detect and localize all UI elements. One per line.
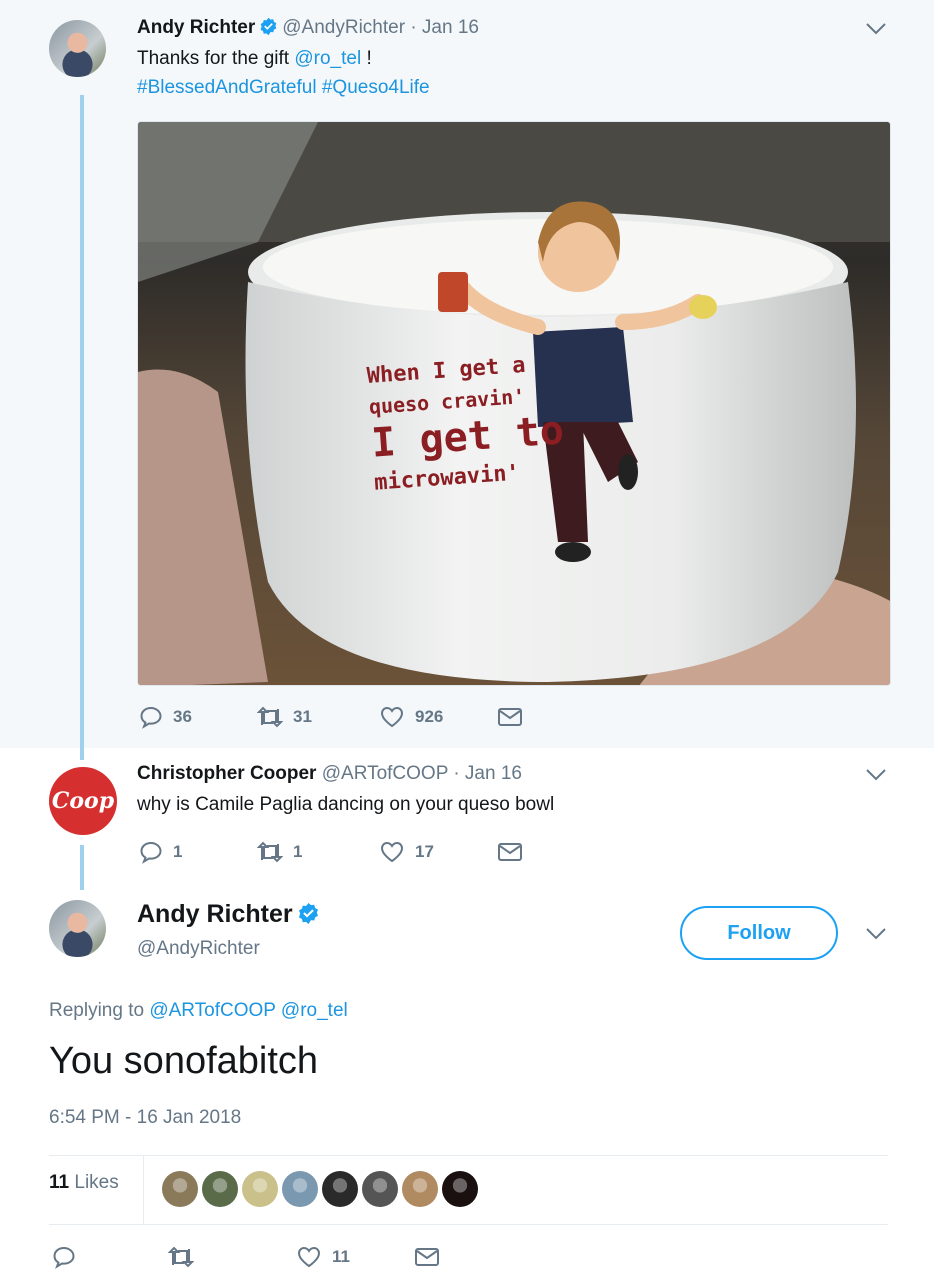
reply-count: 1 — [173, 842, 183, 861]
tweet-text-part: Thanks for the gift — [137, 48, 295, 69]
avatar[interactable] — [49, 20, 106, 77]
tweet-actions: 11 — [52, 1245, 440, 1269]
retweet-button[interactable] — [168, 1245, 296, 1269]
direct-message-button[interactable] — [497, 706, 523, 728]
tweet-text: Thanks for the gift @ro_tel ! #BlessedAn… — [137, 44, 430, 102]
retweet-count: 1 — [293, 842, 303, 861]
display-name[interactable]: Andy Richter — [137, 17, 255, 38]
tweet-date[interactable]: · Jan 16 — [453, 763, 522, 784]
heart-icon — [380, 841, 404, 863]
retweet-button[interactable]: 31 — [257, 705, 379, 729]
reply-button[interactable] — [52, 1245, 168, 1269]
retweet-icon — [257, 841, 283, 863]
thread-line — [80, 845, 84, 890]
like-count: 926 — [415, 707, 444, 726]
reply-button[interactable]: 36 — [139, 705, 257, 729]
mention-link[interactable]: @ro_tel — [281, 1000, 348, 1021]
like-count: 17 — [415, 842, 434, 861]
avatar[interactable] — [49, 900, 106, 957]
user-handle[interactable]: @ARTofCOOP — [322, 763, 448, 784]
hashtag-link[interactable]: #BlessedAndGrateful — [137, 77, 317, 98]
divider — [143, 1156, 144, 1224]
likes-count-link[interactable]: 11 Likes — [49, 1172, 119, 1194]
replying-to: Replying to @ARTofCOOP @ro_tel — [49, 1000, 348, 1022]
like-count: 11 — [332, 1247, 350, 1266]
verified-badge-icon — [259, 17, 278, 42]
liker-avatar[interactable] — [442, 1171, 478, 1207]
display-name-text: Andy Richter — [137, 900, 293, 928]
thread-line — [80, 95, 84, 760]
tweet-text: why is Camile Paglia dancing on your que… — [137, 794, 555, 815]
tweet-header: Christopher Cooper @ARTofCOOP · Jan 16 — [137, 763, 522, 785]
verified-badge-icon — [297, 902, 320, 932]
reply-count: 36 — [173, 707, 192, 726]
bowl-text: When I get a queso cravin' I get to micr… — [366, 351, 567, 496]
tweet-header: Andy Richter @AndyRichter · Jan 16 — [137, 17, 479, 42]
user-handle[interactable]: @AndyRichter — [282, 17, 405, 38]
retweet-count: 31 — [293, 707, 312, 726]
mention-link[interactable]: @ARTofCOOP — [149, 1000, 275, 1021]
tweet-actions: 36 31 926 — [139, 705, 523, 729]
direct-message-button[interactable] — [414, 1246, 440, 1268]
chevron-down-icon[interactable] — [865, 22, 887, 36]
like-button[interactable]: 17 — [379, 840, 497, 864]
direct-message-button[interactable] — [497, 841, 523, 863]
liker-avatar[interactable] — [202, 1171, 238, 1207]
tweet-date[interactable]: · Jan 16 — [410, 17, 479, 38]
liker-avatar[interactable] — [162, 1171, 198, 1207]
avatar-logo-text: Coop — [51, 788, 115, 814]
divider — [49, 1155, 888, 1156]
replying-to-label: Replying to — [49, 1000, 150, 1021]
envelope-icon — [498, 708, 522, 726]
envelope-icon — [415, 1248, 439, 1266]
retweet-icon — [257, 706, 283, 728]
reply-icon — [140, 706, 162, 729]
reply-icon — [53, 1246, 75, 1269]
display-name[interactable]: Andy Richter — [137, 900, 324, 932]
like-button[interactable]: 11 — [296, 1245, 414, 1269]
like-button[interactable]: 926 — [379, 705, 497, 729]
mention-link[interactable]: @ro_tel — [294, 48, 361, 69]
liker-avatar[interactable] — [282, 1171, 318, 1207]
retweet-icon — [168, 1246, 194, 1268]
chevron-down-icon[interactable] — [865, 768, 887, 782]
liker-avatar[interactable] — [402, 1171, 438, 1207]
tweet-actions: 1 1 17 — [139, 840, 523, 864]
tweet-text-part: ! — [361, 48, 372, 69]
follow-button[interactable]: Follow — [680, 906, 838, 960]
tweet-text: You sonofabitch — [49, 1040, 319, 1082]
thread-line — [80, 748, 84, 760]
retweet-button[interactable]: 1 — [257, 840, 379, 864]
liker-avatar[interactable] — [362, 1171, 398, 1207]
chevron-down-icon[interactable] — [865, 927, 887, 941]
display-name[interactable]: Christopher Cooper — [137, 763, 316, 784]
liker-avatar[interactable] — [242, 1171, 278, 1207]
tweet-timestamp[interactable]: 6:54 PM - 16 Jan 2018 — [49, 1107, 241, 1129]
liker-avatars — [162, 1171, 482, 1207]
heart-icon — [297, 1246, 321, 1268]
reply-button[interactable]: 1 — [139, 840, 257, 864]
envelope-icon — [498, 843, 522, 861]
likes-label: Likes — [74, 1172, 119, 1193]
heart-icon — [380, 706, 404, 728]
avatar[interactable]: Coop — [49, 767, 117, 835]
reply-icon — [140, 841, 162, 864]
likes-count: 11 — [49, 1172, 70, 1193]
divider — [49, 1224, 888, 1225]
tweet-photo[interactable]: When I get a queso cravin' I get to micr… — [137, 121, 891, 686]
liker-avatar[interactable] — [322, 1171, 358, 1207]
user-handle[interactable]: @AndyRichter — [137, 938, 260, 960]
hashtag-link[interactable]: #Queso4Life — [322, 77, 430, 98]
